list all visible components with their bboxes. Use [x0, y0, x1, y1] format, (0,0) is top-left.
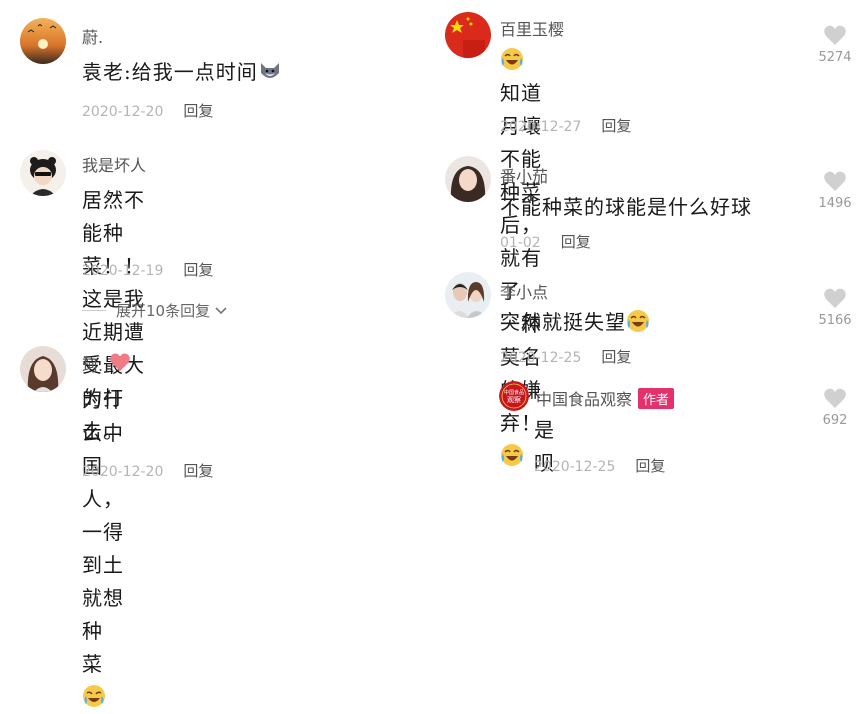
comment-text: 袁老:给我一点时间 [82, 56, 282, 89]
avatar[interactable] [445, 156, 491, 202]
username[interactable]: 我是坏人 [82, 152, 146, 176]
username[interactable]: 蔚. [82, 24, 103, 48]
comment-date: 2020-12-25 [534, 459, 616, 475]
heart-icon [824, 171, 846, 191]
crying-laugh-emoji-icon [500, 47, 524, 71]
comment-meta: 2020-12-25 回复 [500, 346, 631, 367]
crying-laugh-emoji-icon [500, 443, 524, 467]
comment-text-line: 菜 [82, 652, 103, 676]
username-text: 中国食品观察 [536, 390, 633, 409]
svg-text:中国食品: 中国食品 [504, 389, 524, 396]
crying-laugh-emoji-icon [82, 684, 106, 708]
avatar[interactable] [20, 346, 66, 392]
expand-replies-label: 展开10条回复 [116, 302, 211, 320]
heart-icon [824, 288, 846, 308]
like-button[interactable]: 692 [815, 387, 855, 428]
expand-replies-button[interactable]: 展开10条回复 [82, 300, 228, 321]
like-button[interactable]: 5274 [815, 24, 855, 65]
comment-text-line: 突然就挺失望 [500, 310, 626, 334]
wolf-emoji-icon [258, 59, 282, 83]
comment-date: 2020-12-27 [500, 119, 582, 135]
username[interactable]: 百里玉樱 [500, 16, 564, 40]
crying-laugh-emoji-icon [626, 309, 650, 333]
avatar[interactable] [20, 18, 66, 64]
reply-button[interactable]: 回复 [601, 348, 631, 366]
reply-button[interactable]: 回复 [183, 462, 213, 480]
like-count: 5166 [818, 313, 852, 328]
comment-text-line: 不能种菜的球能是什么好球 [500, 195, 752, 219]
divider [82, 310, 106, 311]
comment-text: 突然就挺失望 [500, 306, 650, 339]
reply-button[interactable]: 回复 [183, 102, 213, 120]
comment-panel-right: 百里玉樱 知道月壤不能种菜后，就有了 一种莫名的嫌弃！ 2020-12-27回复… [430, 0, 860, 484]
heart-icon [109, 352, 131, 376]
comment-date: 2020-12-25 [500, 350, 582, 366]
author-badge: 作者 [638, 387, 675, 409]
author-avatar[interactable]: 中国食品 观察 [499, 381, 529, 411]
username[interactable]: 中国食品观察 作者 [536, 386, 675, 410]
comment-meta: 01-02 回复 [500, 231, 591, 252]
like-button[interactable]: 1496 [815, 170, 855, 211]
username[interactable]: 珂. [82, 352, 131, 376]
like-button[interactable]: 5166 [815, 287, 855, 328]
comment-meta: 2020-12-19 回复 [82, 259, 213, 280]
svg-text:观察: 观察 [507, 395, 521, 404]
username[interactable]: 番小茄 [500, 163, 548, 187]
comment-meta: 2020-12-20 回复 [82, 100, 213, 121]
brand-logo: 中国食品 观察 [499, 381, 529, 411]
avatar[interactable] [445, 12, 491, 58]
comment-date: 2020-12-20 [82, 104, 164, 120]
comment-date: 2020-12-19 [82, 263, 164, 279]
avatar[interactable] [20, 150, 66, 196]
comment-text: 为什么中国人，一得到土就想种 菜 [82, 384, 124, 714]
reply-button[interactable]: 回复 [635, 457, 665, 475]
heart-icon [824, 388, 846, 408]
comment-meta: 2020-12-20 回复 [82, 460, 213, 481]
reply-button[interactable]: 回复 [561, 233, 591, 251]
like-count: 1496 [818, 196, 852, 211]
comment-meta: 2020-12-27 回复 [500, 115, 631, 136]
comment-text-line: 为什么中国人，一得到土就想种 [82, 388, 124, 643]
comment-date: 01-02 [500, 235, 541, 251]
heart-icon [824, 25, 846, 45]
comment-meta: 2020-12-25 回复 [534, 455, 665, 476]
reply-button[interactable]: 回复 [601, 117, 631, 135]
comment-date: 2020-12-20 [82, 464, 164, 480]
username[interactable]: 李小点 [500, 279, 548, 303]
comment-text-line: 袁老:给我一点时间 [82, 60, 258, 84]
like-count: 5274 [818, 50, 852, 65]
username-text: 珂. [82, 356, 104, 375]
comment-panel-left: 蔚. 袁老:给我一点时间 2020-12-20 回复 我是坏人 居然不能种菜！！这… [0, 0, 430, 707]
comment-text: 不能种菜的球能是什么好球 [500, 191, 752, 224]
reply-button[interactable]: 回复 [183, 261, 213, 279]
chevron-down-icon [214, 302, 228, 320]
avatar[interactable] [445, 272, 491, 318]
like-count: 692 [822, 413, 848, 428]
